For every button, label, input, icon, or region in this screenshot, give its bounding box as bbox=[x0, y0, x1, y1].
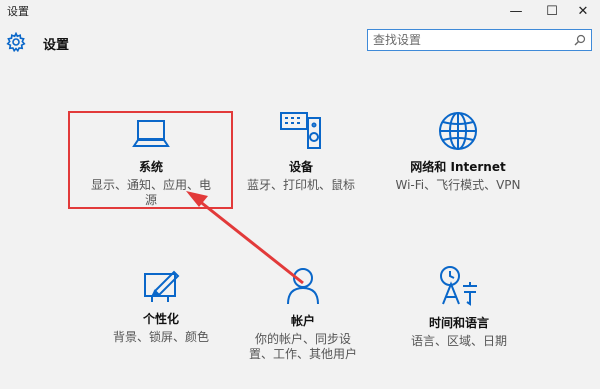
annotation-arrow bbox=[186, 191, 304, 285]
